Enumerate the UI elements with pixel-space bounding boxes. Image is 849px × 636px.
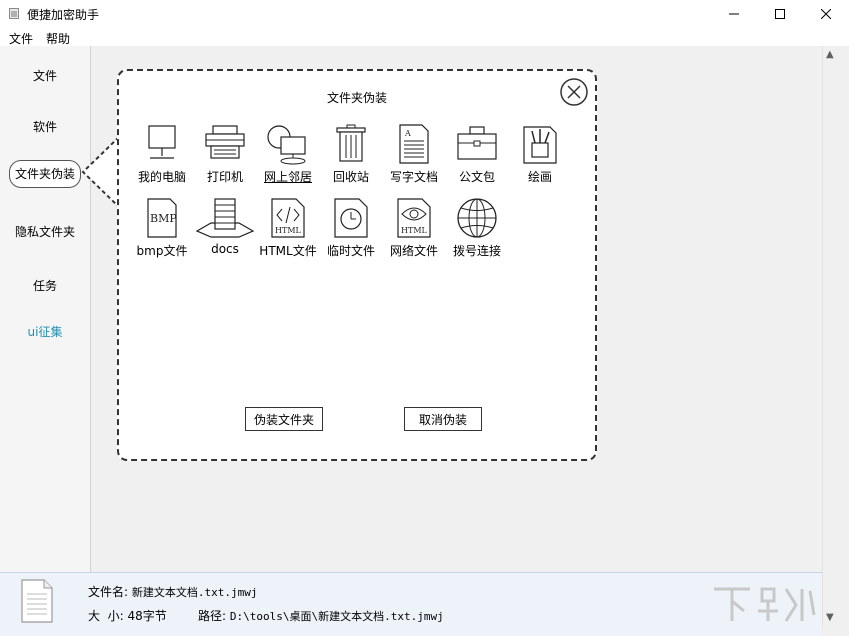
minimize-button[interactable] <box>711 0 757 28</box>
docs-icon <box>195 198 255 238</box>
scroll-up-icon[interactable]: ▲ <box>826 49 834 60</box>
sidebar-item-ui-collect[interactable]: ui征集 <box>0 323 90 340</box>
option-html-file[interactable]: HTML HTML文件 <box>256 197 320 259</box>
sidebar-item-folder-disguise[interactable]: 文件夹伪装 <box>9 160 81 188</box>
menu-file[interactable]: 文件 <box>9 30 33 47</box>
maximize-button[interactable] <box>757 0 803 28</box>
close-panel-icon[interactable] <box>559 77 589 107</box>
globe-icon <box>457 198 497 238</box>
option-label: 回收站 <box>332 170 369 184</box>
maximize-icon <box>775 9 785 19</box>
sidebar-item-file[interactable]: 文件 <box>0 67 90 84</box>
temp-file-icon <box>334 198 368 238</box>
file-name-label: 文件名: <box>88 585 129 599</box>
printer-icon <box>205 125 245 159</box>
file-size-label: 大 小: <box>88 609 124 623</box>
option-my-computer[interactable]: 我的电脑 <box>130 123 194 185</box>
paint-icon <box>523 126 557 164</box>
option-label: 临时文件 <box>326 244 375 258</box>
file-path-label: 路径: <box>198 609 227 623</box>
text-file-icon <box>21 579 53 623</box>
file-path-row: 路径: D:\tools\桌面\新建文本文档.txt.jmwj <box>198 607 444 624</box>
option-label: 我的电脑 <box>137 170 186 184</box>
option-docs[interactable]: docs <box>193 197 257 256</box>
html-file-icon: HTML <box>271 198 305 238</box>
recycle-bin-icon <box>336 124 366 162</box>
option-bmp-file[interactable]: BMP bmp文件 <box>130 197 194 259</box>
network-icon <box>267 125 306 165</box>
file-path-value: D:\tools\桌面\新建文本文档.txt.jmwj <box>229 610 444 623</box>
minimize-icon <box>729 13 739 15</box>
file-size-row: 大 小: 48字节 <box>88 607 167 624</box>
file-info-bar: 文件名: 新建文本文档.txt.jmwj 大 小: 48字节 路径: D:\to… <box>0 572 822 636</box>
option-label: 绘画 <box>527 170 552 184</box>
option-label: 写字文档 <box>389 170 438 184</box>
option-document[interactable]: A 写字文档 <box>382 123 446 185</box>
sidebar-item-software[interactable]: 软件 <box>0 118 90 135</box>
option-label: 网上邻居 <box>263 170 312 184</box>
close-window-button[interactable] <box>803 0 849 28</box>
web-file-icon: HTML <box>397 198 431 238</box>
option-label: 拨号连接 <box>452 244 501 258</box>
option-web-file[interactable]: HTML 网络文件 <box>382 197 446 259</box>
title-bar: 便捷加密助手 <box>0 0 849 28</box>
option-label: 公文包 <box>458 170 495 184</box>
sidebar-item-tasks[interactable]: 任务 <box>0 277 90 294</box>
option-label: 打印机 <box>206 170 243 184</box>
disguise-folder-button[interactable]: 伪装文件夹 <box>245 407 323 431</box>
file-name-value: 新建文本文档.txt.jmwj <box>131 586 258 599</box>
close-icon <box>821 9 831 19</box>
bmp-file-icon: BMP <box>147 198 177 238</box>
svg-text:HTML: HTML <box>401 226 428 235</box>
option-recycle-bin[interactable]: 回收站 <box>319 123 383 185</box>
file-size-value: 48字节 <box>127 609 167 623</box>
svg-text:A: A <box>404 129 411 138</box>
option-printer[interactable]: 打印机 <box>193 123 257 185</box>
sidebar-nav: 文件 软件 文件夹伪装 隐私文件夹 任务 ui征集 <box>0 46 91 572</box>
svg-text:BMP: BMP <box>150 212 177 225</box>
menu-bar: 文件 帮助 <box>0 28 849 46</box>
option-briefcase[interactable]: 公文包 <box>445 123 509 185</box>
sidebar-item-private-folder[interactable]: 隐私文件夹 <box>0 223 90 240</box>
option-label: HTML文件 <box>259 244 317 258</box>
option-label: docs <box>211 242 239 256</box>
option-paint[interactable]: 绘画 <box>508 123 572 185</box>
scroll-down-icon[interactable]: ▼ <box>826 612 834 623</box>
window-title: 便捷加密助手 <box>27 8 100 22</box>
file-name-row: 文件名: 新建文本文档.txt.jmwj <box>88 583 257 600</box>
svg-text:HTML: HTML <box>275 226 302 235</box>
panel-title: 文件夹伪装 <box>326 91 387 105</box>
option-temp-file[interactable]: 临时文件 <box>319 197 383 259</box>
briefcase-icon <box>457 126 497 160</box>
watermark-logo <box>714 587 816 622</box>
vertical-scrollbar[interactable]: ▲ ▼ <box>822 46 840 626</box>
app-icon <box>9 8 19 19</box>
option-label: 网络文件 <box>389 244 438 258</box>
option-label: bmp文件 <box>136 244 188 258</box>
option-network[interactable]: 网上邻居 <box>256 123 320 185</box>
document-icon: A <box>399 124 429 164</box>
cancel-disguise-button[interactable]: 取消伪装 <box>404 407 482 431</box>
option-dialup[interactable]: 拨号连接 <box>445 197 509 259</box>
menu-help[interactable]: 帮助 <box>46 30 70 47</box>
computer-icon <box>148 125 176 159</box>
popup-pointer <box>81 136 120 208</box>
folder-disguise-panel: 文件夹伪装 我的电脑 打印机 网上邻居 回收站 A 写字文档 公文包 绘画 BM… <box>117 69 597 461</box>
